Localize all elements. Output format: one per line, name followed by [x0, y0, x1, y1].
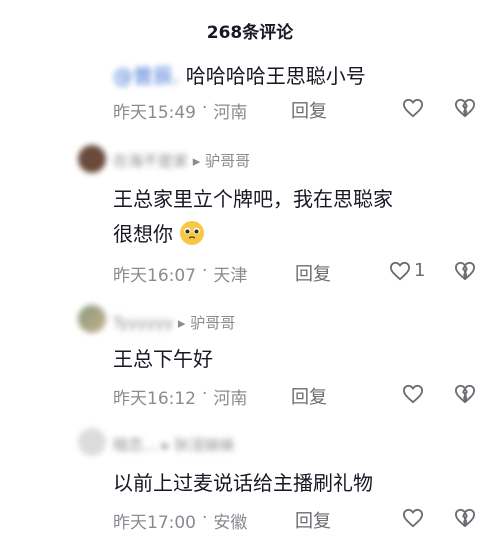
username[interactable]: 暗恋...: [113, 436, 157, 454]
like-heart-icon[interactable]: [402, 384, 424, 404]
comment-meta: 昨天16:12 · 河南: [113, 384, 248, 409]
dislike-broken-heart-icon[interactable]: [454, 261, 476, 281]
like-heart-icon[interactable]: [402, 508, 424, 528]
timestamp: 昨天16:12: [113, 389, 196, 409]
dislike-broken-heart-icon[interactable]: [454, 508, 476, 528]
avatar[interactable]: [78, 145, 106, 173]
pleading-face-emoji-icon: [180, 221, 205, 245]
reply-to-username[interactable]: 狄淫妹妹: [174, 436, 234, 454]
comment-author-line: Tyyyyyy ▸ 驴哥哥: [113, 314, 236, 332]
location: 河南: [213, 103, 248, 123]
location: 河南: [213, 389, 248, 409]
timestamp: 昨天17:00: [113, 513, 196, 533]
comment-text: 以前上过麦说话给主播刷礼物: [113, 471, 373, 495]
timestamp: 昨天16:07: [113, 266, 196, 286]
location: 安徽: [213, 513, 248, 533]
reply-meta: 昨天15:49 · 河南: [113, 98, 248, 123]
like-heart-icon[interactable]: [402, 98, 424, 118]
reply-button[interactable]: 回复: [295, 260, 331, 286]
avatar[interactable]: [78, 428, 106, 456]
comments-count-title: 268条评论: [206, 23, 294, 43]
reply-text-row: @曾辰. 哈哈哈哈王思聪小号: [113, 60, 366, 89]
comment-text-line2: 很想你: [113, 218, 205, 247]
username[interactable]: Tyyyyyy: [113, 314, 173, 332]
avatar[interactable]: [78, 305, 106, 333]
timestamp: 昨天15:49: [113, 103, 196, 123]
comment-meta: 昨天17:00 · 安徽: [113, 508, 248, 533]
comment-author-line: 暗恋... ▸ 狄淫妹妹: [113, 436, 235, 454]
dislike-broken-heart-icon[interactable]: [454, 98, 476, 118]
reply-button[interactable]: 回复: [291, 383, 327, 409]
like-count: 1: [414, 260, 426, 281]
reply-text: 哈哈哈哈王思聪小号: [185, 64, 366, 88]
comment-text: 王总家里立个牌吧，我在思聪家: [113, 187, 393, 211]
reply-button[interactable]: 回复: [295, 507, 331, 533]
comment-text: 王总下午好: [113, 347, 213, 371]
comment-author-line: 在海不是家 ▸ 驴哥哥: [113, 152, 251, 170]
comment-meta: 昨天16:07 · 天津: [113, 261, 248, 286]
location: 天津: [213, 266, 248, 286]
reply-to-username[interactable]: 驴哥哥: [190, 314, 235, 332]
username[interactable]: 在海不是家: [113, 152, 188, 170]
reply-button[interactable]: 回复: [291, 97, 327, 123]
dislike-broken-heart-icon[interactable]: [454, 384, 476, 404]
mention-link[interactable]: @曾辰.: [113, 64, 179, 88]
like-heart-icon[interactable]: [389, 261, 411, 281]
reply-to-username[interactable]: 驴哥哥: [205, 152, 250, 170]
